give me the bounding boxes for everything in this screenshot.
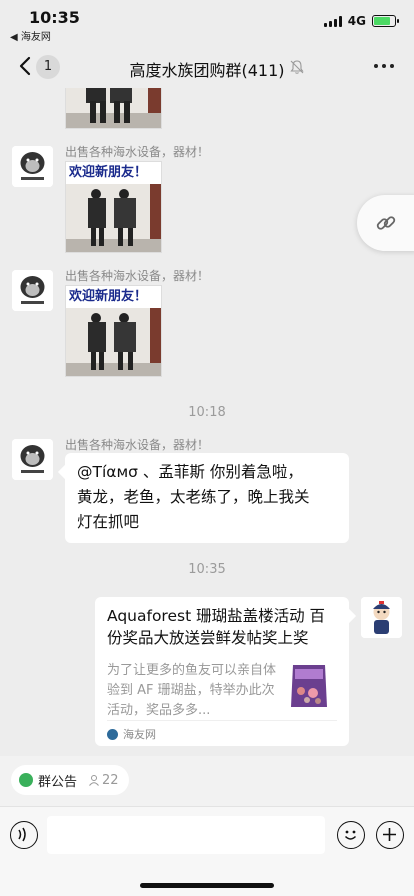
my-avatar[interactable] [361,597,402,638]
link-card-description: 为了让更多的鱼友可以亲自体验到 AF 珊瑚盐，特举办此次活动，奖品多多... [107,663,277,718]
more-dot-icon [382,64,386,68]
status-indicators: 4G [323,14,399,28]
link-card-source-name: 海友网 [123,728,156,741]
sender-avatar[interactable] [12,270,53,311]
more-options-button[interactable] [374,64,394,68]
gorilla-avatar-icon [12,439,53,480]
status-time: 10:35 [29,8,80,27]
member-count: 22 [88,773,119,788]
gorilla-avatar-icon [12,270,53,311]
sender-name: 出售各种海水设备，器材！ [65,145,210,159]
message-input-bar [0,806,414,896]
cartoon-avatar-icon [361,597,402,638]
emoji-button[interactable] [337,821,365,849]
sticker-caption: 欢迎新朋友！ [66,162,161,184]
more-dot-icon [390,64,394,68]
sticker-photo-icon [66,308,161,376]
message-input[interactable] [47,816,325,854]
chat-title: 高度水族团购群(411) [129,61,285,80]
product-thumbnail-icon [285,661,333,711]
voice-icon [18,827,26,842]
sticker-image-partial[interactable] [65,88,162,129]
sticker-image[interactable]: 欢迎新朋友！ [65,161,162,253]
back-to-app-link[interactable]: ◀ 海友网 [10,28,51,43]
link-card[interactable]: Aquaforest 珊瑚盐盖楼活动 百份奖品大放送尝鲜发帖奖上奖 为了让更多的… [95,597,349,746]
sender-avatar[interactable] [12,146,53,187]
battery-icon [372,15,399,27]
sticker-caption: 欢迎新朋友！ [66,286,161,308]
gorilla-avatar-icon [12,146,53,187]
chat-messages[interactable]: 出售各种海水设备，器材！ 欢迎新朋友！ 出售各种海水设备，器材！ 欢迎新朋友！ [0,88,414,756]
message-text-line: 灯在抓吧 [77,513,140,531]
link-card-source: 海友网 [107,720,337,742]
sender-name: 出售各种海水设备，器材！ [65,269,210,283]
sticker-photo-icon [66,88,161,128]
plus-icon [383,828,396,841]
group-notice-button[interactable]: 群公告 22 [11,765,129,795]
group-notice-label: 群公告 [38,774,78,790]
notice-icon [19,773,33,787]
more-functions-button[interactable] [376,821,404,849]
link-card-title: Aquaforest 珊瑚盐盖楼活动 百份奖品大放送尝鲜发帖奖上奖 [107,607,326,647]
voice-button[interactable] [10,821,38,849]
time-divider: 10:18 [188,405,226,420]
group-notice-row: 群公告 22 [0,756,414,806]
sticker-photo-icon [66,184,161,252]
sender-name: 出售各种海水设备，器材！ [65,438,210,452]
floating-link-button[interactable] [357,195,414,251]
message-text-line: @Tíαмσ 、孟菲斯 你别着急啦， [77,463,303,481]
mute-bell-icon [290,60,304,74]
sender-avatar[interactable] [12,439,53,480]
nav-bar: 1 高度水族团购群(411) [0,46,414,88]
more-dot-icon [374,64,378,68]
smiley-icon [344,830,357,840]
time-divider: 10:35 [188,562,226,577]
link-icon [376,216,396,230]
source-logo-icon [107,728,118,740]
text-message-bubble[interactable]: @Tíαмσ 、孟菲斯 你别着急啦， 黄龙，老鱼，太老练了，晚上我关 灯在抓吧 [65,453,349,543]
sticker-image[interactable]: 欢迎新朋友！ [65,285,162,377]
signal-icon [323,15,342,27]
member-count-value: 22 [102,772,119,788]
message-text-line: 黄龙，老鱼，太老练了，晚上我关 [77,488,310,506]
home-indicator [140,883,274,888]
network-type: 4G [347,14,366,28]
person-icon [89,775,99,786]
status-bar: 10:35 ◀ 海友网 4G [0,0,414,46]
